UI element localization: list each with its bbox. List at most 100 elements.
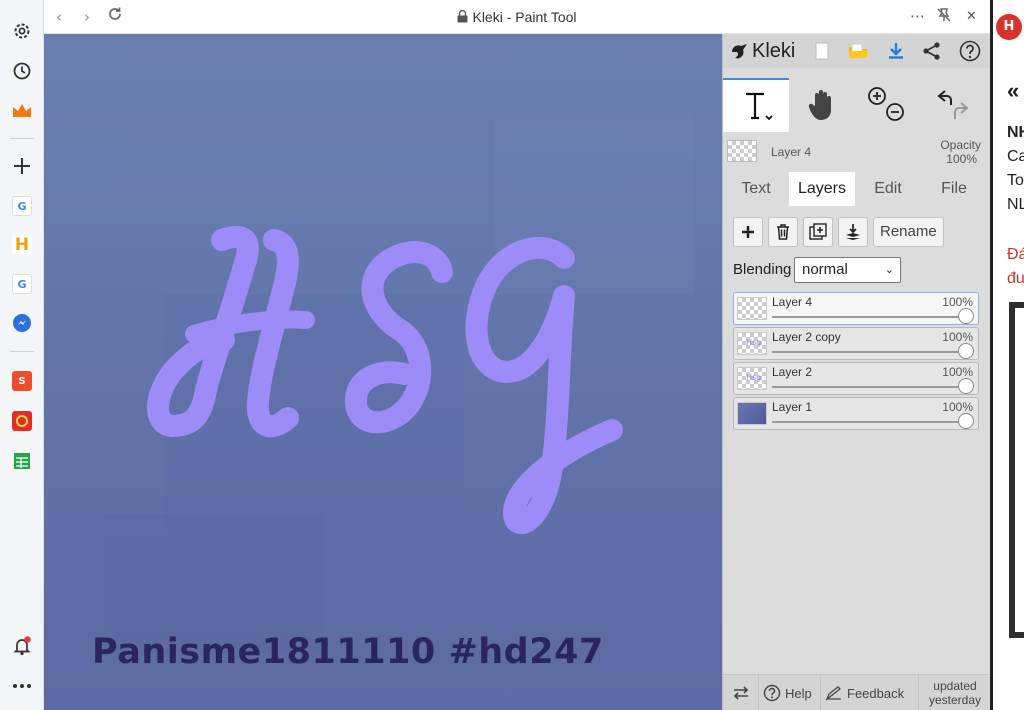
google-icon[interactable]: G [9, 271, 35, 297]
tab-file[interactable]: File [921, 172, 987, 206]
browser-toolbar: ‹ › Kleki - Paint Tool ⋯ ✕ [44, 0, 990, 34]
opacity-slider-track[interactable] [772, 351, 966, 353]
layer-name: Layer 1 [772, 400, 813, 414]
hand-tool-button[interactable] [789, 78, 855, 132]
more-icon[interactable] [9, 673, 35, 699]
feedback-icon [825, 686, 841, 701]
tool-bar [723, 78, 991, 132]
close-button[interactable]: ✕ [966, 9, 977, 24]
kleki-panel: Kleki Layer 4 Opacity 100% Text Layers E… [722, 34, 991, 710]
history-icon[interactable] [9, 58, 35, 84]
current-layer-thumbnail [727, 140, 757, 162]
opacity-slider-handle[interactable] [958, 308, 974, 324]
undo-redo-icon [937, 90, 969, 119]
layer-item[interactable]: Hsg Layer 2 100% [733, 362, 979, 395]
open-folder-icon[interactable] [847, 40, 869, 62]
merge-layer-button[interactable] [838, 217, 868, 247]
opacity-slider-handle[interactable] [958, 378, 974, 394]
unpin-icon[interactable] [936, 7, 952, 27]
adjacent-embedded-frame [1009, 302, 1024, 638]
feedback-label: Feedback [847, 685, 905, 701]
layer-item[interactable]: Layer 4 100% [733, 292, 979, 325]
blending-select[interactable]: normal ⌄ [794, 257, 901, 283]
browser-sidebar: G H G S [0, 0, 44, 710]
sheets-icon[interactable] [9, 448, 35, 474]
opacity-slider-track[interactable] [772, 316, 966, 318]
duplicate-icon [809, 223, 827, 240]
google-icon[interactable]: G [9, 193, 35, 219]
layer-thumbnail [737, 402, 767, 425]
opacity-slider-handle[interactable] [958, 413, 974, 429]
chevron-down-icon: ⌄ [884, 264, 894, 276]
help-button[interactable]: Help [759, 675, 821, 710]
updated-line-1: updated [933, 679, 977, 693]
layer-opacity: 100% [942, 400, 973, 414]
chevron-double-left-icon[interactable]: « [1007, 78, 1019, 104]
more-options-button[interactable]: ⋯ [910, 7, 925, 25]
share-icon[interactable] [921, 40, 943, 62]
blending-value: normal [802, 261, 848, 278]
game-icon[interactable] [9, 408, 35, 434]
updated-line-2: yesterday [928, 693, 982, 707]
kleki-logo: Kleki [729, 40, 795, 63]
adjacent-page: H « NH Ca To NL Đá đu [990, 0, 1024, 710]
drawing-canvas[interactable]: Panisme1811110 #hd247 [44, 34, 722, 710]
layer-opacity: 100% [942, 295, 973, 309]
swap-side-button[interactable] [723, 675, 759, 710]
hand-tool-icon [808, 90, 831, 120]
delete-layer-button[interactable] [768, 217, 798, 247]
layer-name: Layer 2 copy [772, 330, 841, 344]
crown-icon[interactable] [9, 98, 35, 124]
text-tool-button[interactable] [723, 78, 789, 132]
duplicate-layer-button[interactable] [803, 217, 833, 247]
layer-thumbnail: Hsg [737, 332, 767, 355]
blending-label: Blending [733, 261, 792, 278]
layer-item[interactable]: Hsg Layer 2 copy 100% [733, 327, 979, 360]
bell-icon[interactable] [9, 633, 35, 659]
gear-icon[interactable] [9, 18, 35, 44]
screen: G H G S ‹ › Kleki - Paint Tool ⋯ ✕ Panis… [0, 0, 1024, 710]
current-layer-name: Layer 4 [771, 145, 812, 159]
help-icon [763, 684, 781, 702]
current-layer-info: Layer 4 Opacity 100% [723, 136, 991, 166]
tab-layers[interactable]: Layers [789, 172, 855, 206]
page-title: Kleki - Paint Tool [44, 9, 990, 26]
opacity-slider-handle[interactable] [958, 343, 974, 359]
undo-redo-button[interactable] [919, 78, 983, 132]
merge-down-icon [846, 224, 860, 240]
tab-edit[interactable]: Edit [855, 172, 921, 206]
h-app-icon[interactable]: H [9, 232, 35, 258]
messenger-icon[interactable] [9, 310, 35, 336]
layer-thumbnail [737, 297, 767, 320]
current-layer-opacity-label: Opacity [940, 138, 981, 152]
plus-icon[interactable] [9, 153, 35, 179]
h-app-badge[interactable]: H [996, 14, 1022, 40]
opacity-slider-track[interactable] [772, 386, 966, 388]
help-label: Help [785, 685, 812, 701]
zoom-button[interactable] [859, 78, 915, 132]
panel-tabs: Text Layers Edit File [723, 172, 991, 206]
adjacent-text-line: To [1007, 172, 1024, 189]
trash-icon [777, 224, 789, 240]
browser-window: ‹ › Kleki - Paint Tool ⋯ ✕ Panisme181111… [44, 0, 991, 710]
adjacent-text-line: NH [1007, 124, 1024, 141]
layer-item[interactable]: Layer 1 100% [733, 397, 979, 430]
canvas-caption: Panisme1811110 #hd247 [92, 632, 604, 672]
adjacent-red-text: Đá [1007, 246, 1024, 263]
opacity-slider-track[interactable] [772, 421, 966, 423]
layer-thumbnail: Hsg [737, 367, 767, 390]
feedback-button[interactable]: Feedback [821, 675, 919, 710]
add-layer-button[interactable] [733, 217, 763, 247]
current-layer-opacity-value: 100% [946, 152, 977, 166]
updated-note: updated yesterday [919, 675, 991, 710]
text-tool-icon [746, 92, 773, 121]
help-icon[interactable] [959, 40, 981, 62]
kleki-logo-icon [732, 43, 747, 58]
page-title-text: Kleki - Paint Tool [472, 9, 577, 25]
shopee-icon[interactable]: S [9, 368, 35, 394]
download-icon[interactable] [885, 40, 907, 62]
kleki-logo-text: Kleki [752, 40, 796, 62]
new-image-icon[interactable] [811, 40, 833, 62]
tab-text[interactable]: Text [723, 172, 789, 206]
rename-layer-button[interactable]: Rename [873, 217, 944, 247]
